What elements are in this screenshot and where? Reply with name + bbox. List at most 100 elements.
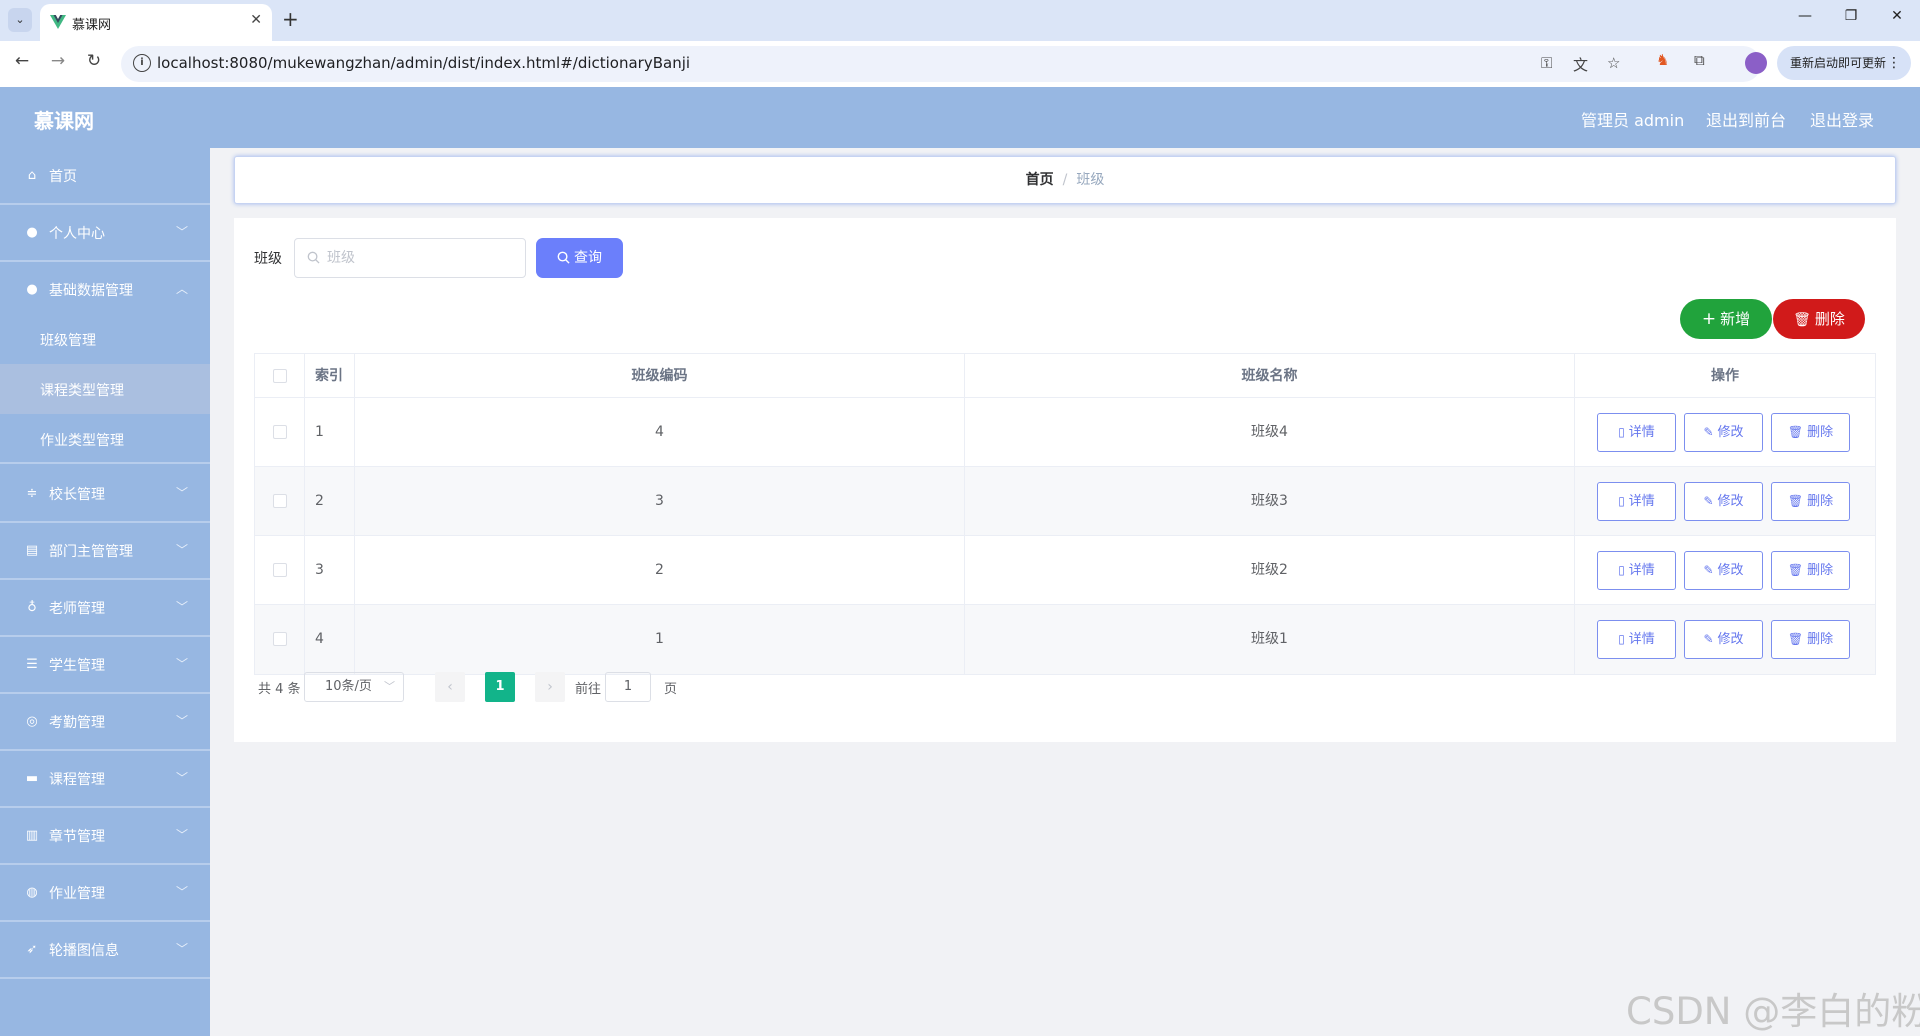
edit-button[interactable]: ✎ 修改 [1684, 413, 1763, 452]
edit-label: 修改 [1717, 632, 1744, 647]
admin-user-label: 管理员 admin [1581, 111, 1685, 130]
minimize-icon[interactable]: — [1790, 8, 1820, 24]
sidebar-item-attendance[interactable]: ◎ 考勤管理 ﹀ [0, 694, 210, 751]
back-icon[interactable]: ← [10, 51, 34, 71]
delete-button[interactable]: 🗑 删除 [1771, 551, 1850, 590]
sidebar-item-label: 轮播图信息 [49, 943, 119, 959]
edit-button[interactable]: ✎ 修改 [1684, 482, 1763, 521]
logout-link[interactable]: 退出登录 [1810, 107, 1874, 131]
table-row: 3 2 班级2 ▯ 详情 ✎ 修改 🗑 删除 [255, 536, 1875, 605]
goto-label: 前往 [575, 682, 602, 697]
address-bar[interactable]: i localhost:8080/mukewangzhan/admin/dist… [121, 46, 1761, 82]
url-text[interactable]: localhost:8080/mukewangzhan/admin/dist/i… [157, 54, 690, 72]
reload-icon[interactable]: ↻ [82, 51, 106, 71]
page-number-current[interactable]: 1 [485, 672, 515, 702]
update-button[interactable]: 重新启动即可更新 ⋮ [1777, 46, 1911, 80]
sidebar-item-label: 考勤管理 [49, 715, 105, 731]
page-size-select[interactable]: 10条/页 ﹀ [304, 672, 404, 702]
search-label: 班级 [254, 251, 282, 267]
select-all-checkbox[interactable] [273, 369, 287, 383]
query-button[interactable]: 查询 [536, 238, 623, 278]
browser-tab[interactable]: 慕课网 ✕ [40, 4, 272, 41]
batch-delete-button[interactable]: 🗑 删除 [1773, 299, 1865, 339]
trash-icon: 🗑 [1793, 312, 1811, 328]
home-icon: ⌂ [27, 168, 37, 183]
sidebar-item-home[interactable]: ⌂ 首页 [0, 148, 210, 205]
sidebar-item-carousel[interactable]: ➶ 轮播图信息 ﹀ [0, 922, 210, 979]
next-page-button[interactable]: › [535, 672, 565, 702]
pencil-icon: ✎ [1703, 563, 1714, 577]
row-index: 4 [305, 605, 355, 674]
sidebar-item-teacher[interactable]: ♁ 老师管理 ﹀ [0, 580, 210, 637]
chevron-down-icon: ﹀ [175, 600, 188, 614]
sidebar-subitem-class[interactable]: 班级管理 [0, 314, 210, 364]
detail-button[interactable]: ▯ 详情 [1597, 482, 1676, 521]
bookmark-star-icon[interactable]: ☆ [1607, 54, 1620, 72]
vue-logo-icon [50, 15, 66, 29]
row-checkbox[interactable] [273, 632, 287, 646]
sidebar-item-label: 首页 [49, 169, 77, 185]
breadcrumb-home[interactable]: 首页 [1026, 172, 1054, 188]
message-icon: ▬ [25, 771, 39, 786]
restore-icon[interactable]: ❐ [1836, 8, 1866, 24]
tab-search-button[interactable]: ⌄ [8, 8, 32, 32]
search-box[interactable] [294, 238, 526, 278]
window-close-icon[interactable]: ✕ [1882, 8, 1912, 24]
extensions-puzzle-icon[interactable]: ⧉ [1694, 51, 1705, 69]
translate-icon[interactable]: 文 [1573, 54, 1588, 75]
search-input[interactable] [325, 245, 515, 271]
delete-button[interactable]: 🗑 删除 [1771, 413, 1850, 452]
search-icon [557, 251, 570, 264]
delete-button[interactable]: 🗑 删除 [1771, 482, 1850, 521]
sidebar-item-dept-head[interactable]: ▤ 部门主管管理 ﹀ [0, 523, 210, 580]
sidebar-item-chapter[interactable]: ▥ 章节管理 ﹀ [0, 808, 210, 865]
more-menu-icon[interactable]: ⋮ [1887, 46, 1901, 80]
detail-button[interactable]: ▯ 详情 [1597, 551, 1676, 590]
send-icon: ➶ [26, 942, 38, 957]
prev-page-button[interactable]: ‹ [435, 672, 465, 702]
row-checkbox[interactable] [273, 425, 287, 439]
sidebar-item-label: 课程管理 [49, 772, 105, 788]
new-tab-icon[interactable]: + [282, 8, 299, 30]
sidebar-item-base-data[interactable]: ● 基础数据管理 ︿ [0, 262, 210, 319]
trash-icon: 🗑 [1787, 494, 1804, 508]
goto-front-link[interactable]: 退出到前台 [1706, 107, 1786, 131]
detail-button[interactable]: ▯ 详情 [1597, 413, 1676, 452]
search-icon [307, 251, 320, 264]
add-button-label: 新增 [1720, 310, 1751, 328]
plus-icon: + [1701, 309, 1717, 329]
main-area: 首页/班级 班级 查询 +新增 🗑删除 索引 班级编码 [210, 148, 1920, 1036]
site-info-icon[interactable]: i [133, 54, 151, 72]
tab-close-icon[interactable]: ✕ [250, 12, 262, 28]
update-label: 重新启动即可更新 [1790, 56, 1887, 70]
sidebar-item-course[interactable]: ▬ 课程管理 ﹀ [0, 751, 210, 808]
profile-avatar[interactable] [1745, 52, 1767, 74]
sidebar-subitem-label: 课程类型管理 [40, 383, 124, 399]
row-code: 4 [355, 398, 965, 466]
row-checkbox[interactable] [273, 494, 287, 508]
forward-icon[interactable]: → [46, 51, 70, 71]
edit-button[interactable]: ✎ 修改 [1684, 551, 1763, 590]
sidebar-item-student[interactable]: ☰ 学生管理 ﹀ [0, 637, 210, 694]
page-suffix-label: 页 [664, 682, 678, 697]
sidebar-item-profile[interactable]: ● 个人中心 ﹀ [0, 205, 210, 262]
chevron-up-icon: ︿ [175, 282, 188, 296]
password-key-icon[interactable]: ⚿ [1541, 54, 1552, 72]
delete-button[interactable]: 🗑 删除 [1771, 620, 1850, 659]
detail-button[interactable]: ▯ 详情 [1597, 620, 1676, 659]
class-table: 索引 班级编码 班级名称 操作 1 4 班级4 ▯ 详情 ✎ 修改 🗑 删除 2 3 [254, 353, 1876, 675]
goto-page-input[interactable]: 1 [605, 672, 651, 702]
header-checkbox-cell [255, 354, 305, 397]
breadcrumb-separator: / [1062, 172, 1068, 188]
chevron-down-icon: ﹀ [175, 885, 188, 899]
sidebar-item-homework[interactable]: ◍ 作业管理 ﹀ [0, 865, 210, 922]
edit-button[interactable]: ✎ 修改 [1684, 620, 1763, 659]
detail-label: 详情 [1628, 494, 1655, 509]
sidebar-item-principal[interactable]: ≑ 校长管理 ﹀ [0, 466, 210, 523]
row-checkbox[interactable] [273, 563, 287, 577]
sidebar-subitem-homework-type[interactable]: 作业类型管理 [0, 414, 210, 464]
extension-icon[interactable]: ♞ [1656, 51, 1669, 69]
delete-label: 删除 [1807, 632, 1834, 647]
add-button[interactable]: + 新增 [1680, 299, 1772, 339]
sidebar-subitem-course-type[interactable]: 课程类型管理 [0, 364, 210, 414]
